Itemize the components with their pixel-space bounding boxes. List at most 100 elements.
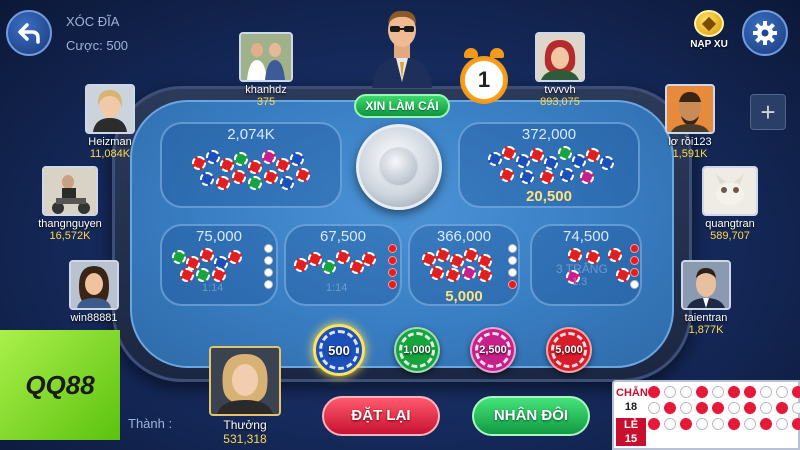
chip-pile bbox=[480, 144, 620, 188]
player-balance: 1,877K bbox=[688, 324, 724, 336]
player-seat-heizman[interactable]: Heizman 11,084K bbox=[70, 84, 150, 160]
back-button[interactable] bbox=[6, 10, 52, 56]
history-cell bbox=[744, 402, 756, 414]
timer-value: 1 bbox=[460, 56, 508, 104]
payout-ratio: 1:3 bbox=[572, 276, 588, 288]
history-cell bbox=[696, 418, 708, 430]
history-cell bbox=[744, 418, 756, 430]
bet-area-3-red[interactable]: 366,000 5,000 bbox=[408, 224, 520, 306]
countdown-timer: 1 bbox=[454, 46, 514, 106]
top-up-label: NẠP XU bbox=[690, 39, 728, 50]
player-seat-quangtran[interactable]: quangtran 589,707 bbox=[690, 166, 770, 242]
avatar bbox=[702, 166, 758, 216]
player-name: lơ rồi123 bbox=[668, 136, 712, 148]
player-name: khanhdz bbox=[245, 84, 287, 96]
player-name: taientran bbox=[684, 312, 728, 324]
top-up-button[interactable]: NẠP XU bbox=[688, 10, 730, 50]
chip-1000[interactable]: 1,000 bbox=[394, 327, 440, 373]
game-title: XÓC ĐĨA bbox=[66, 14, 120, 29]
player-name: Heizman bbox=[88, 136, 132, 148]
bet-total-4-red: 75,000 bbox=[196, 228, 242, 245]
bet-area-4-red[interactable]: 75,000 1:14 bbox=[160, 224, 278, 306]
history-cell bbox=[792, 402, 800, 414]
chip-5000[interactable]: 5,000 bbox=[546, 327, 592, 373]
my-bet-3-red: 5,000 bbox=[445, 288, 483, 305]
history-le-label: LẺ bbox=[616, 418, 646, 432]
history-cell bbox=[712, 418, 724, 430]
avatar bbox=[681, 260, 731, 310]
player-seat-win88881[interactable]: win88881 bbox=[54, 260, 134, 324]
player-seat-tvvvvh[interactable]: tvvvvh 893,075 bbox=[520, 32, 600, 108]
history-cell bbox=[792, 418, 800, 430]
payout-ratio: 1:14 bbox=[202, 282, 224, 294]
chip-label: 5,000 bbox=[555, 344, 583, 356]
history-chan-label: CHẴN bbox=[616, 387, 648, 399]
dice-indicator bbox=[264, 244, 273, 289]
settings-button[interactable] bbox=[742, 10, 788, 56]
chip-500[interactable]: 500 bbox=[313, 324, 365, 376]
bet-total-4-white: 67,500 bbox=[320, 228, 366, 245]
history-cell bbox=[680, 386, 692, 398]
bet-area-le[interactable]: 372,000 20,500 bbox=[458, 122, 640, 208]
history-cell bbox=[760, 418, 772, 430]
my-bet-le: 20,500 bbox=[526, 188, 572, 205]
brand-logo: QQ88 bbox=[25, 369, 95, 400]
chip-pile bbox=[292, 248, 376, 282]
chip-2500[interactable]: 2,500 bbox=[470, 327, 516, 373]
history-cell bbox=[744, 386, 756, 398]
bet-area-4-white[interactable]: 67,500 1:14 bbox=[284, 224, 402, 306]
history-cell bbox=[712, 402, 724, 414]
history-cell bbox=[776, 418, 788, 430]
bet-total-le: 372,000 bbox=[521, 126, 577, 143]
dealer-avatar bbox=[372, 10, 432, 88]
double-bet-button[interactable]: NHÂN ĐÔI bbox=[472, 396, 590, 436]
result-history[interactable]: CHẴN 18 LẺ 15 bbox=[612, 380, 800, 450]
back-arrow-icon bbox=[18, 23, 40, 44]
dice-indicator bbox=[388, 244, 397, 289]
history-cell bbox=[696, 402, 708, 414]
bet-area-chan[interactable]: 2,074K bbox=[160, 122, 342, 208]
avatar bbox=[85, 84, 135, 134]
history-cell bbox=[664, 386, 676, 398]
dice-indicator bbox=[630, 244, 639, 289]
chip-label: 2,500 bbox=[479, 344, 507, 356]
bet-total-chan: 2,074K bbox=[227, 126, 275, 143]
bet-total-3-white: 74,500 bbox=[563, 228, 609, 245]
player-name: thangnguyen bbox=[38, 218, 102, 230]
player-balance: 375 bbox=[256, 96, 276, 108]
player-seat-thangnguyen[interactable]: thangnguyen 16,572K bbox=[30, 166, 110, 242]
history-le-count: 15 bbox=[616, 432, 646, 446]
bet-area-watermark: 3 TRẮNG bbox=[556, 262, 608, 276]
history-cell bbox=[792, 386, 800, 398]
player-seat-khanhdz[interactable]: khanhdz 375 bbox=[226, 32, 306, 108]
avatar bbox=[665, 84, 715, 134]
dice-bowl[interactable] bbox=[356, 124, 442, 210]
history-cell bbox=[664, 418, 676, 430]
history-chan-count: 18 bbox=[624, 401, 638, 413]
chip-pile bbox=[420, 246, 504, 282]
player-balance: 11,084K bbox=[89, 148, 131, 160]
coin-icon bbox=[694, 10, 724, 37]
player-balance: 589,707 bbox=[710, 230, 750, 242]
avatar bbox=[42, 166, 98, 216]
history-cell bbox=[760, 386, 772, 398]
brand-overlay: QQ88 bbox=[0, 330, 120, 440]
add-seat-button[interactable]: + bbox=[750, 94, 786, 130]
player-balance: 531,318 bbox=[223, 432, 267, 446]
reset-bet-button[interactable]: ĐẶT LẠI bbox=[322, 396, 440, 436]
avatar bbox=[69, 260, 119, 310]
player-name: quangtran bbox=[705, 218, 755, 230]
player-seat-lo-roi123[interactable]: lơ rồi123 1,591K bbox=[650, 84, 730, 160]
request-banker-button[interactable]: XIN LÀM CÁI bbox=[354, 94, 450, 118]
history-cell bbox=[696, 386, 708, 398]
player-balance: 1,591K bbox=[672, 148, 708, 160]
player-seat-taientran[interactable]: taientran 1,877K bbox=[666, 260, 746, 336]
bet-total-3-red: 366,000 bbox=[436, 228, 492, 245]
avatar bbox=[535, 32, 585, 82]
bet-area-3-white[interactable]: 74,500 3 TRẮNG 1:3 bbox=[530, 224, 642, 306]
current-player-seat[interactable]: Thưởng 531,318 bbox=[200, 346, 290, 446]
chip-pile bbox=[182, 146, 322, 196]
history-cell bbox=[776, 386, 788, 398]
chip-label: 500 bbox=[328, 342, 350, 358]
dice-indicator bbox=[508, 244, 517, 289]
